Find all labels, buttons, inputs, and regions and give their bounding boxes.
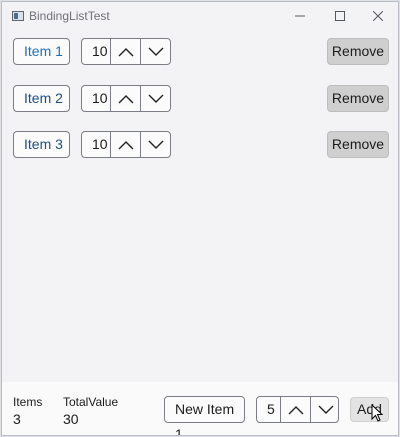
total-value-label: TotalValue [63,395,119,409]
chevron-down-icon [148,140,164,149]
chevron-up-icon [118,94,134,103]
item-value-stepper[interactable]: 10 [81,85,171,112]
item-value: 10 [92,90,108,106]
close-button[interactable] [358,2,398,30]
window-title: BindingListTest [29,9,110,23]
remove-button[interactable]: Remove [327,38,389,65]
mouse-cursor-icon [371,404,384,422]
new-item-value: 5 [267,401,275,417]
decrement-button[interactable] [140,132,170,157]
maximize-button[interactable] [320,2,360,30]
increment-button[interactable] [280,397,311,422]
app-icon [12,11,24,21]
item-value-stepper[interactable]: 10 [81,131,171,158]
chevron-down-icon [148,47,164,56]
item-value: 10 [92,43,108,59]
items-label: Items [13,395,43,409]
item-name-input[interactable]: Item 3 [13,131,70,158]
item-name-input[interactable]: Item 2 [13,85,70,112]
increment-button[interactable] [110,39,141,64]
item-value-stepper[interactable]: 10 [81,38,171,65]
chevron-up-icon [288,405,304,414]
footer-bar: Items 3 TotalValue 30 New Item 1 5 Add [2,382,398,435]
new-item-value-stepper[interactable]: 5 [256,396,339,423]
maximize-icon [335,11,345,21]
chevron-down-icon [148,94,164,103]
title-bar[interactable]: BindingListTest [2,2,398,30]
close-icon [373,11,383,21]
minimize-button[interactable] [280,2,320,30]
remove-button[interactable]: Remove [327,131,389,158]
increment-button[interactable] [110,86,141,111]
main-window: BindingListTest Item 1 10 Remove Item 2 … [1,1,399,436]
total-value: 30 [63,411,79,427]
minimize-icon [295,15,305,17]
decrement-button[interactable] [140,86,170,111]
chevron-up-icon [118,47,134,56]
increment-button[interactable] [110,132,141,157]
chevron-down-icon [318,405,334,414]
item-name-input[interactable]: Item 1 [13,38,70,65]
new-item-name-input[interactable]: New Item 1 [164,396,245,435]
decrement-button[interactable] [140,39,170,64]
item-value: 10 [92,136,108,152]
items-count: 3 [13,411,21,427]
chevron-up-icon [118,140,134,149]
remove-button[interactable]: Remove [327,85,389,112]
decrement-button[interactable] [310,397,338,422]
